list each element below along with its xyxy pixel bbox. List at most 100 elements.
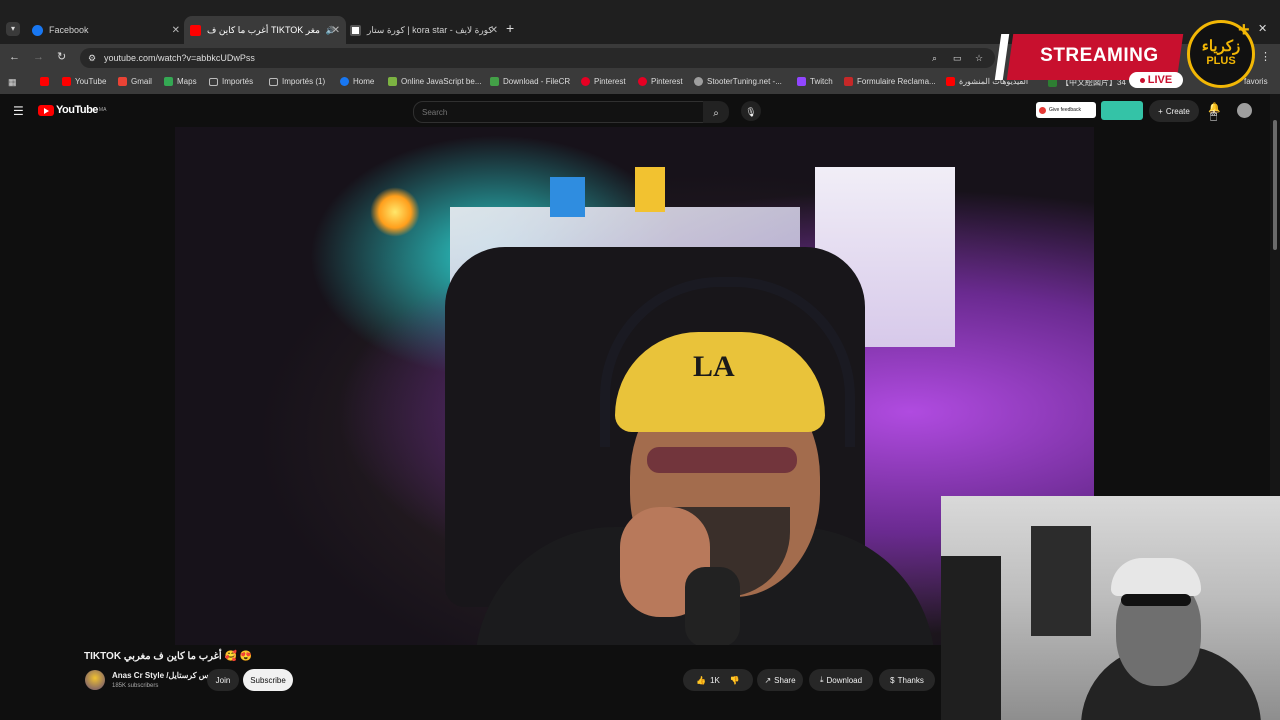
- download-button[interactable]: ⤓ Download: [809, 669, 873, 691]
- microphone-icon: 🎙: [745, 107, 757, 117]
- all-favorites[interactable]: favoris: [1244, 77, 1268, 86]
- bookmark-item[interactable]: [40, 77, 53, 86]
- cast-icon[interactable]: ▭: [953, 48, 962, 68]
- webcam-overlay: [941, 496, 1280, 720]
- webcam-person-cap: [1111, 558, 1201, 596]
- channel-brand-badge: + زكرياء PLUS: [1187, 19, 1255, 88]
- site-info-icon[interactable]: ⚙: [88, 48, 96, 68]
- js-icon: [388, 77, 397, 86]
- form-icon: [844, 77, 853, 86]
- kora-star-icon: [350, 24, 361, 36]
- account-avatar[interactable]: [1237, 103, 1252, 118]
- download-icon: ⤓: [819, 675, 824, 684]
- webcam-person-glasses: [1121, 594, 1191, 606]
- bookmark-item[interactable]: YouTube: [62, 77, 106, 86]
- mouse-cursor-icon: 🖱: [1210, 108, 1218, 122]
- tab-label: مغر TIKTOK أغرب ما كاين ف: [207, 24, 320, 35]
- share-button[interactable]: ↗ Share: [757, 669, 803, 691]
- pinterest-icon: [638, 77, 647, 86]
- live-dot-icon: [1139, 77, 1145, 83]
- filecr-icon: [490, 77, 499, 86]
- bookmark-item[interactable]: Gmail: [118, 77, 152, 86]
- stooter-icon: [694, 77, 703, 86]
- youtube-icon: [40, 77, 49, 86]
- reload-icon[interactable]: ↻: [57, 50, 66, 63]
- tab-label: Facebook: [49, 25, 89, 35]
- youtube-icon: [62, 77, 71, 86]
- back-icon[interactable]: ←: [9, 51, 20, 63]
- tab-facebook[interactable]: Facebook ✕: [26, 16, 186, 44]
- extension-button[interactable]: [1101, 101, 1143, 120]
- facebook-icon: [340, 77, 349, 86]
- bookmark-item[interactable]: Formulaire Reclama...: [844, 77, 936, 86]
- microphone: [685, 567, 740, 645]
- window-close-icon[interactable]: ✕: [1258, 22, 1267, 35]
- wall-figure: [550, 177, 585, 217]
- thanks-icon: $: [890, 675, 895, 685]
- pinterest-icon: [581, 77, 590, 86]
- menu-kebab-icon[interactable]: ⋮: [1260, 50, 1271, 63]
- like-button[interactable]: 👍 1K: [696, 676, 720, 685]
- folder-icon: [209, 77, 218, 86]
- page-scrollbar[interactable]: [1270, 94, 1280, 496]
- bookmark-item[interactable]: Maps: [164, 77, 197, 86]
- scrollbar-thumb[interactable]: [1273, 120, 1277, 250]
- thumbs-down-icon: 👎: [729, 675, 740, 685]
- twitch-icon: [797, 77, 806, 86]
- sunglasses: [647, 447, 797, 473]
- tab-label: كورة ستار | kora star - كورة لايف: [367, 24, 493, 35]
- live-label: LIVE: [1147, 74, 1173, 86]
- gmail-icon: [118, 77, 127, 86]
- subscribe-button[interactable]: Subscribe: [243, 669, 293, 691]
- pc-case: [941, 556, 1001, 720]
- bookmark-item[interactable]: Download - FileCR: [490, 77, 570, 86]
- voice-search-button[interactable]: 🎙: [741, 101, 761, 121]
- search-input[interactable]: [420, 104, 684, 120]
- bookmark-star-icon[interactable]: ☆: [975, 48, 983, 68]
- live-badge: LIVE: [1129, 72, 1183, 88]
- wall-figure: [635, 167, 665, 212]
- new-tab-button[interactable]: +: [506, 20, 514, 36]
- tab-kora-star[interactable]: كورة ستار | kora star - كورة لايف ✕: [344, 16, 504, 44]
- youtube-logo[interactable]: YouTube MA: [38, 104, 106, 116]
- close-tab-icon[interactable]: ✕: [490, 25, 498, 36]
- channel-name[interactable]: Anas Cr Style /انس كرستايل: [112, 671, 213, 680]
- create-button[interactable]: + Create: [1149, 100, 1199, 122]
- zoom-icon[interactable]: ⌕: [932, 48, 937, 68]
- bookmark-item[interactable]: StooterTuning.net -...: [694, 77, 782, 86]
- thanks-button[interactable]: $ Thanks: [879, 669, 935, 691]
- apps-grid-icon[interactable]: ▦: [8, 77, 17, 88]
- bookmark-item[interactable]: Pinterest: [638, 77, 683, 86]
- bookmark-folder[interactable]: Importés: [209, 77, 253, 86]
- share-icon: ↗: [764, 675, 772, 685]
- bookmark-item[interactable]: Pinterest: [581, 77, 626, 86]
- hamburger-menu-icon[interactable]: ☰: [13, 104, 24, 118]
- youtube-icon: [190, 24, 201, 36]
- pc-tower: [1031, 526, 1091, 636]
- search-box[interactable]: [413, 101, 705, 123]
- bookmark-folder[interactable]: Importés (1): [269, 77, 325, 86]
- thumbs-up-icon: 👍: [696, 675, 707, 685]
- brand-plus-label: PLUS: [1206, 55, 1236, 67]
- neon-sign: [370, 187, 420, 237]
- close-tab-icon[interactable]: ✕: [332, 25, 340, 36]
- folder-icon: [269, 77, 278, 86]
- bookmark-item[interactable]: Online JavaScript be...: [388, 77, 481, 86]
- tab-youtube-video[interactable]: مغر TIKTOK أغرب ما كاين ف 🔊 ✕: [184, 16, 346, 44]
- like-dislike-group: 👍 1K 👎: [683, 669, 753, 691]
- forward-icon[interactable]: →: [33, 51, 44, 63]
- dislike-button[interactable]: 👎: [730, 676, 740, 685]
- bookmark-item[interactable]: Home: [340, 77, 374, 86]
- join-button[interactable]: Join: [207, 669, 239, 691]
- youtube-masthead: ☰ YouTube MA ⌕ 🎙 Give feedback + Create …: [0, 94, 1270, 128]
- give-feedback-button[interactable]: Give feedback: [1036, 102, 1096, 118]
- subscriber-count: 185K subscribers: [112, 683, 159, 689]
- search-button[interactable]: ⌕: [703, 101, 729, 123]
- youtube-play-icon: [38, 104, 54, 116]
- address-bar[interactable]: ⚙ youtube.com/watch?v=abbkcUDwPss ⌕ ▭ ☆: [80, 48, 995, 68]
- channel-avatar[interactable]: [85, 670, 105, 690]
- youtube-icon: [946, 77, 955, 86]
- close-tab-icon[interactable]: ✕: [172, 25, 180, 36]
- bookmark-item[interactable]: Twitch: [797, 77, 833, 86]
- tab-search-icon[interactable]: ▾: [6, 22, 20, 36]
